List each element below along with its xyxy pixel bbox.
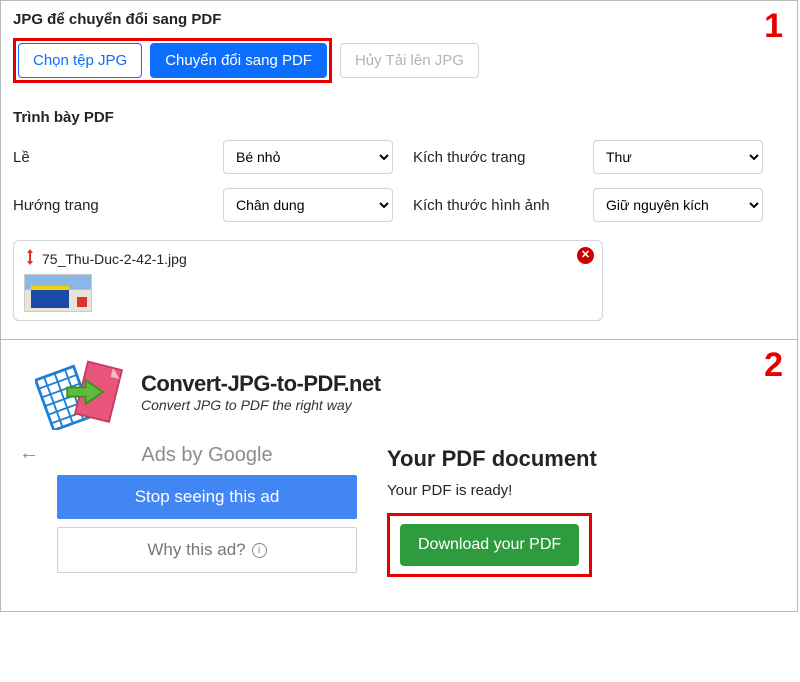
stop-seeing-ad-button[interactable]: Stop seeing this ad [57,475,357,519]
drag-handle-icon[interactable] [24,249,36,268]
highlight-box-buttons: Chọn tệp JPG Chuyển đổi sang PDF [13,38,332,83]
remove-file-icon[interactable]: ✕ [577,247,594,264]
layout-heading: Trình bày PDF [13,109,785,126]
back-arrow-icon[interactable]: ← [19,442,39,577]
margin-select[interactable]: Bé nhỏ [223,140,393,174]
choose-jpg-button[interactable]: Chọn tệp JPG [18,43,142,78]
upload-heading: JPG để chuyển đổi sang PDF [13,11,785,28]
brand-logo-icon [35,354,127,430]
file-name: 75_Thu-Duc-2-42-1.jpg [42,251,187,267]
result-ready-text: Your PDF is ready! [387,482,785,499]
margin-label: Lề [13,149,223,166]
ads-by-google-label: Ads by Google [57,444,357,467]
result-title: Your PDF document [387,446,785,472]
info-icon: i [252,543,267,558]
file-card: 75_Thu-Duc-2-42-1.jpg ✕ [13,240,603,321]
orientation-select[interactable]: Chân dung [223,188,393,222]
orientation-label: Hướng trang [13,197,223,214]
page-size-select[interactable]: Thư [593,140,763,174]
page-size-label: Kích thước trang [393,149,593,166]
highlight-box-download: Download your PDF [387,513,592,577]
ad-box: Ads by Google Stop seeing this ad Why th… [57,440,357,577]
result-panel: 2 [1,340,797,611]
step-number-2: 2 [764,346,783,385]
brand-title: Convert-JPG-to-PDF.net [141,371,381,397]
why-this-ad-button[interactable]: Why this ad? i [57,527,357,573]
upload-panel: 1 JPG để chuyển đổi sang PDF Chọn tệp JP… [1,1,797,340]
why-this-ad-label: Why this ad? [147,540,245,560]
convert-to-pdf-button[interactable]: Chuyển đổi sang PDF [150,43,327,78]
download-pdf-button[interactable]: Download your PDF [400,524,579,566]
step-number-1: 1 [764,7,783,46]
image-size-select[interactable]: Giữ nguyên kích [593,188,763,222]
image-size-label: Kích thước hình ảnh [393,197,593,214]
brand-subtitle: Convert JPG to PDF the right way [141,397,381,413]
file-thumbnail [24,274,92,312]
cancel-upload-button: Hủy Tải lên JPG [340,43,479,78]
